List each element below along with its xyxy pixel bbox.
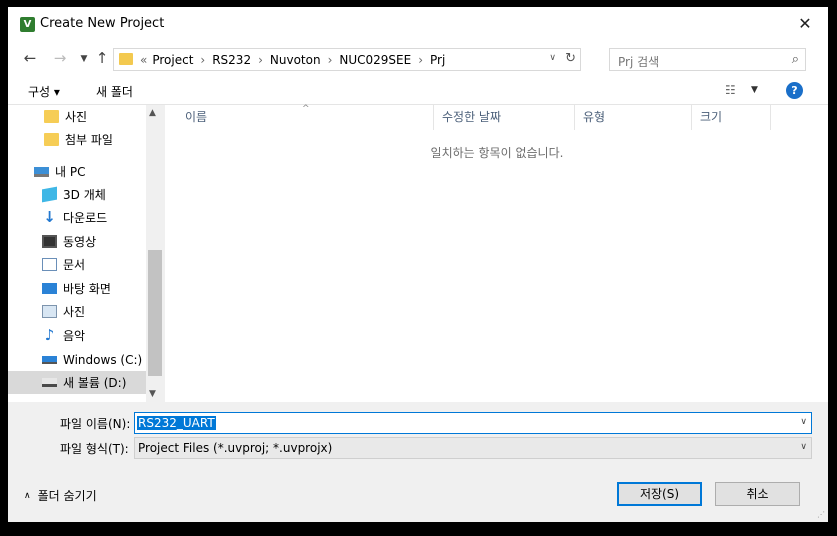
title-bar: V Create New Project ✕ (8, 7, 828, 41)
music-icon: ♪ (44, 326, 55, 344)
search-input[interactable]: Prj 검색 ⌕ (609, 48, 806, 71)
empty-folder-message: 일치하는 항목이 없습니다. (430, 146, 564, 160)
column-header-type[interactable]: 유형 (575, 105, 692, 130)
sidebar-item-downloads[interactable]: ↓ 다운로드 (8, 206, 146, 229)
document-icon (42, 258, 57, 271)
sidebar-item-label: 첨부 파일 (65, 133, 113, 147)
filename-value[interactable]: RS232_UART (137, 416, 216, 430)
sidebar-item-music[interactable]: ♪ 음악 (8, 324, 146, 347)
sidebar-item-label: 바탕 화면 (63, 282, 111, 296)
breadcrumb-overflow[interactable]: « (140, 53, 147, 67)
refresh-icon[interactable]: ↻ (565, 51, 576, 66)
pc-icon (34, 166, 49, 177)
cancel-button[interactable]: 취소 (715, 482, 800, 506)
address-bar[interactable]: « Project › RS232 › Nuvoton › NUC029SEE … (113, 48, 581, 71)
pictures-icon (42, 305, 57, 318)
filetype-select[interactable]: Project Files (*.uvproj; *.uvprojx) ∨ (134, 437, 812, 459)
sidebar-item-this-pc[interactable]: 내 PC (8, 160, 146, 183)
view-options-icon[interactable]: ☷ (725, 83, 736, 97)
navigation-scrollbar[interactable]: ▲ ▼ (146, 105, 164, 402)
breadcrumb-rs232[interactable]: RS232 (212, 53, 251, 67)
breadcrumb-project[interactable]: Project (152, 53, 193, 67)
navigation-bar: ← → ▼ ↑ « Project › RS232 › Nuvoton › NU… (8, 41, 828, 75)
sidebar-item-drive-d[interactable]: 새 볼륨 (D:) (8, 371, 146, 394)
video-icon (42, 235, 57, 248)
filetype-label: 파일 형식(T): (60, 442, 129, 456)
sidebar-item-label: 사진 (65, 110, 88, 124)
breadcrumb-prj[interactable]: Prj (430, 53, 445, 67)
filename-field[interactable]: RS232_UART ∨ (134, 412, 812, 434)
new-folder-button[interactable]: 새 폴더 (96, 83, 133, 100)
file-list[interactable]: ^ 이름 수정한 날짜 유형 크기 일치하는 항목이 없습니다. (164, 104, 828, 402)
breadcrumb: « Project › RS232 › Nuvoton › NUC029SEE … (140, 52, 445, 68)
hide-folders-button[interactable]: ∧ 폴더 숨기기 (24, 487, 97, 504)
sidebar-item-label: 사진 (63, 305, 86, 319)
sidebar-item-label: 3D 개체 (63, 188, 106, 202)
chevron-down-icon[interactable]: ∨ (800, 417, 807, 427)
sidebar-item-label: Windows (C:) (63, 352, 143, 367)
chevron-right-icon[interactable]: › (258, 53, 263, 67)
scroll-up-icon[interactable]: ▲ (149, 108, 156, 118)
sidebar-item-label: 다운로드 (63, 211, 108, 225)
sidebar-item-documents[interactable]: 문서 (8, 253, 146, 276)
navigation-pane: 사진 첨부 파일 내 PC 3D 개체 ↓ 다운로드 동영상 문서 바탕 화면 (8, 105, 164, 402)
folder-icon (44, 110, 59, 123)
filename-label: 파일 이름(N): (60, 417, 131, 431)
help-icon[interactable]: ? (786, 82, 803, 99)
chevron-right-icon[interactable]: › (328, 53, 333, 67)
chevron-right-icon[interactable]: › (200, 53, 205, 67)
sidebar-item-label: 음악 (63, 329, 86, 343)
search-icon[interactable]: ⌕ (792, 52, 799, 67)
resize-grip-icon[interactable]: ⋰ (817, 510, 825, 519)
back-button[interactable]: ← (20, 49, 40, 67)
chevron-right-icon[interactable]: › (418, 53, 423, 67)
chevron-down-icon[interactable]: ▼ (751, 85, 758, 95)
up-button[interactable]: ↑ (92, 49, 112, 67)
desktop-icon (42, 283, 57, 294)
filetype-value: Project Files (*.uvproj; *.uvprojx) (138, 441, 333, 455)
sidebar-item-videos[interactable]: 동영상 (8, 230, 146, 253)
window-title: Create New Project (40, 16, 165, 31)
breadcrumb-nuvoton[interactable]: Nuvoton (270, 53, 321, 67)
sidebar-item-attachments[interactable]: 첨부 파일 (8, 128, 146, 151)
sidebar-item-label: 문서 (63, 258, 86, 272)
command-bar: 구성 ▾ 새 폴더 ☷ ▼ ? (8, 75, 828, 105)
drive-icon (42, 378, 57, 387)
scroll-down-icon[interactable]: ▼ (149, 389, 156, 399)
folder-icon (119, 53, 133, 65)
recent-locations-button[interactable]: ▼ (74, 50, 94, 68)
drive-c-icon (42, 355, 57, 364)
save-button[interactable]: 저장(S) (617, 482, 702, 506)
uvision-app-icon: V (20, 17, 35, 32)
sidebar-item-pictures-folder[interactable]: 사진 (8, 105, 146, 128)
sidebar-item-3d-objects[interactable]: 3D 개체 (8, 183, 146, 206)
sidebar-item-desktop[interactable]: 바탕 화면 (8, 277, 146, 300)
column-header-name[interactable]: 이름 (177, 105, 434, 130)
sidebar-item-pictures[interactable]: 사진 (8, 300, 146, 323)
search-placeholder: Prj 검색 (618, 55, 660, 69)
close-button[interactable]: ✕ (782, 7, 828, 41)
scrollbar-thumb[interactable] (148, 250, 162, 376)
create-project-dialog: V Create New Project ✕ ← → ▼ ↑ « Project… (8, 7, 828, 522)
chevron-down-icon[interactable]: ∨ (549, 53, 556, 63)
hide-folders-label: 폴더 숨기기 (37, 489, 97, 503)
chevron-up-icon: ∧ (24, 490, 31, 501)
chevron-down-icon[interactable]: ∨ (800, 442, 807, 452)
column-header-size[interactable]: 크기 (692, 105, 771, 130)
folder-icon (44, 133, 59, 146)
sidebar-item-drive-c[interactable]: Windows (C:) (8, 348, 146, 371)
sidebar-item-label: 새 볼륨 (D:) (63, 376, 127, 390)
breadcrumb-nuc029see[interactable]: NUC029SEE (339, 53, 411, 67)
sidebar-item-label: 내 PC (55, 165, 86, 179)
sidebar-item-label: 동영상 (63, 235, 97, 249)
3d-objects-icon (42, 186, 57, 203)
download-icon: ↓ (43, 208, 56, 226)
forward-button[interactable]: → (50, 49, 70, 67)
organize-button[interactable]: 구성 ▾ (28, 83, 60, 100)
column-header-date-modified[interactable]: 수정한 날짜 (434, 105, 575, 130)
